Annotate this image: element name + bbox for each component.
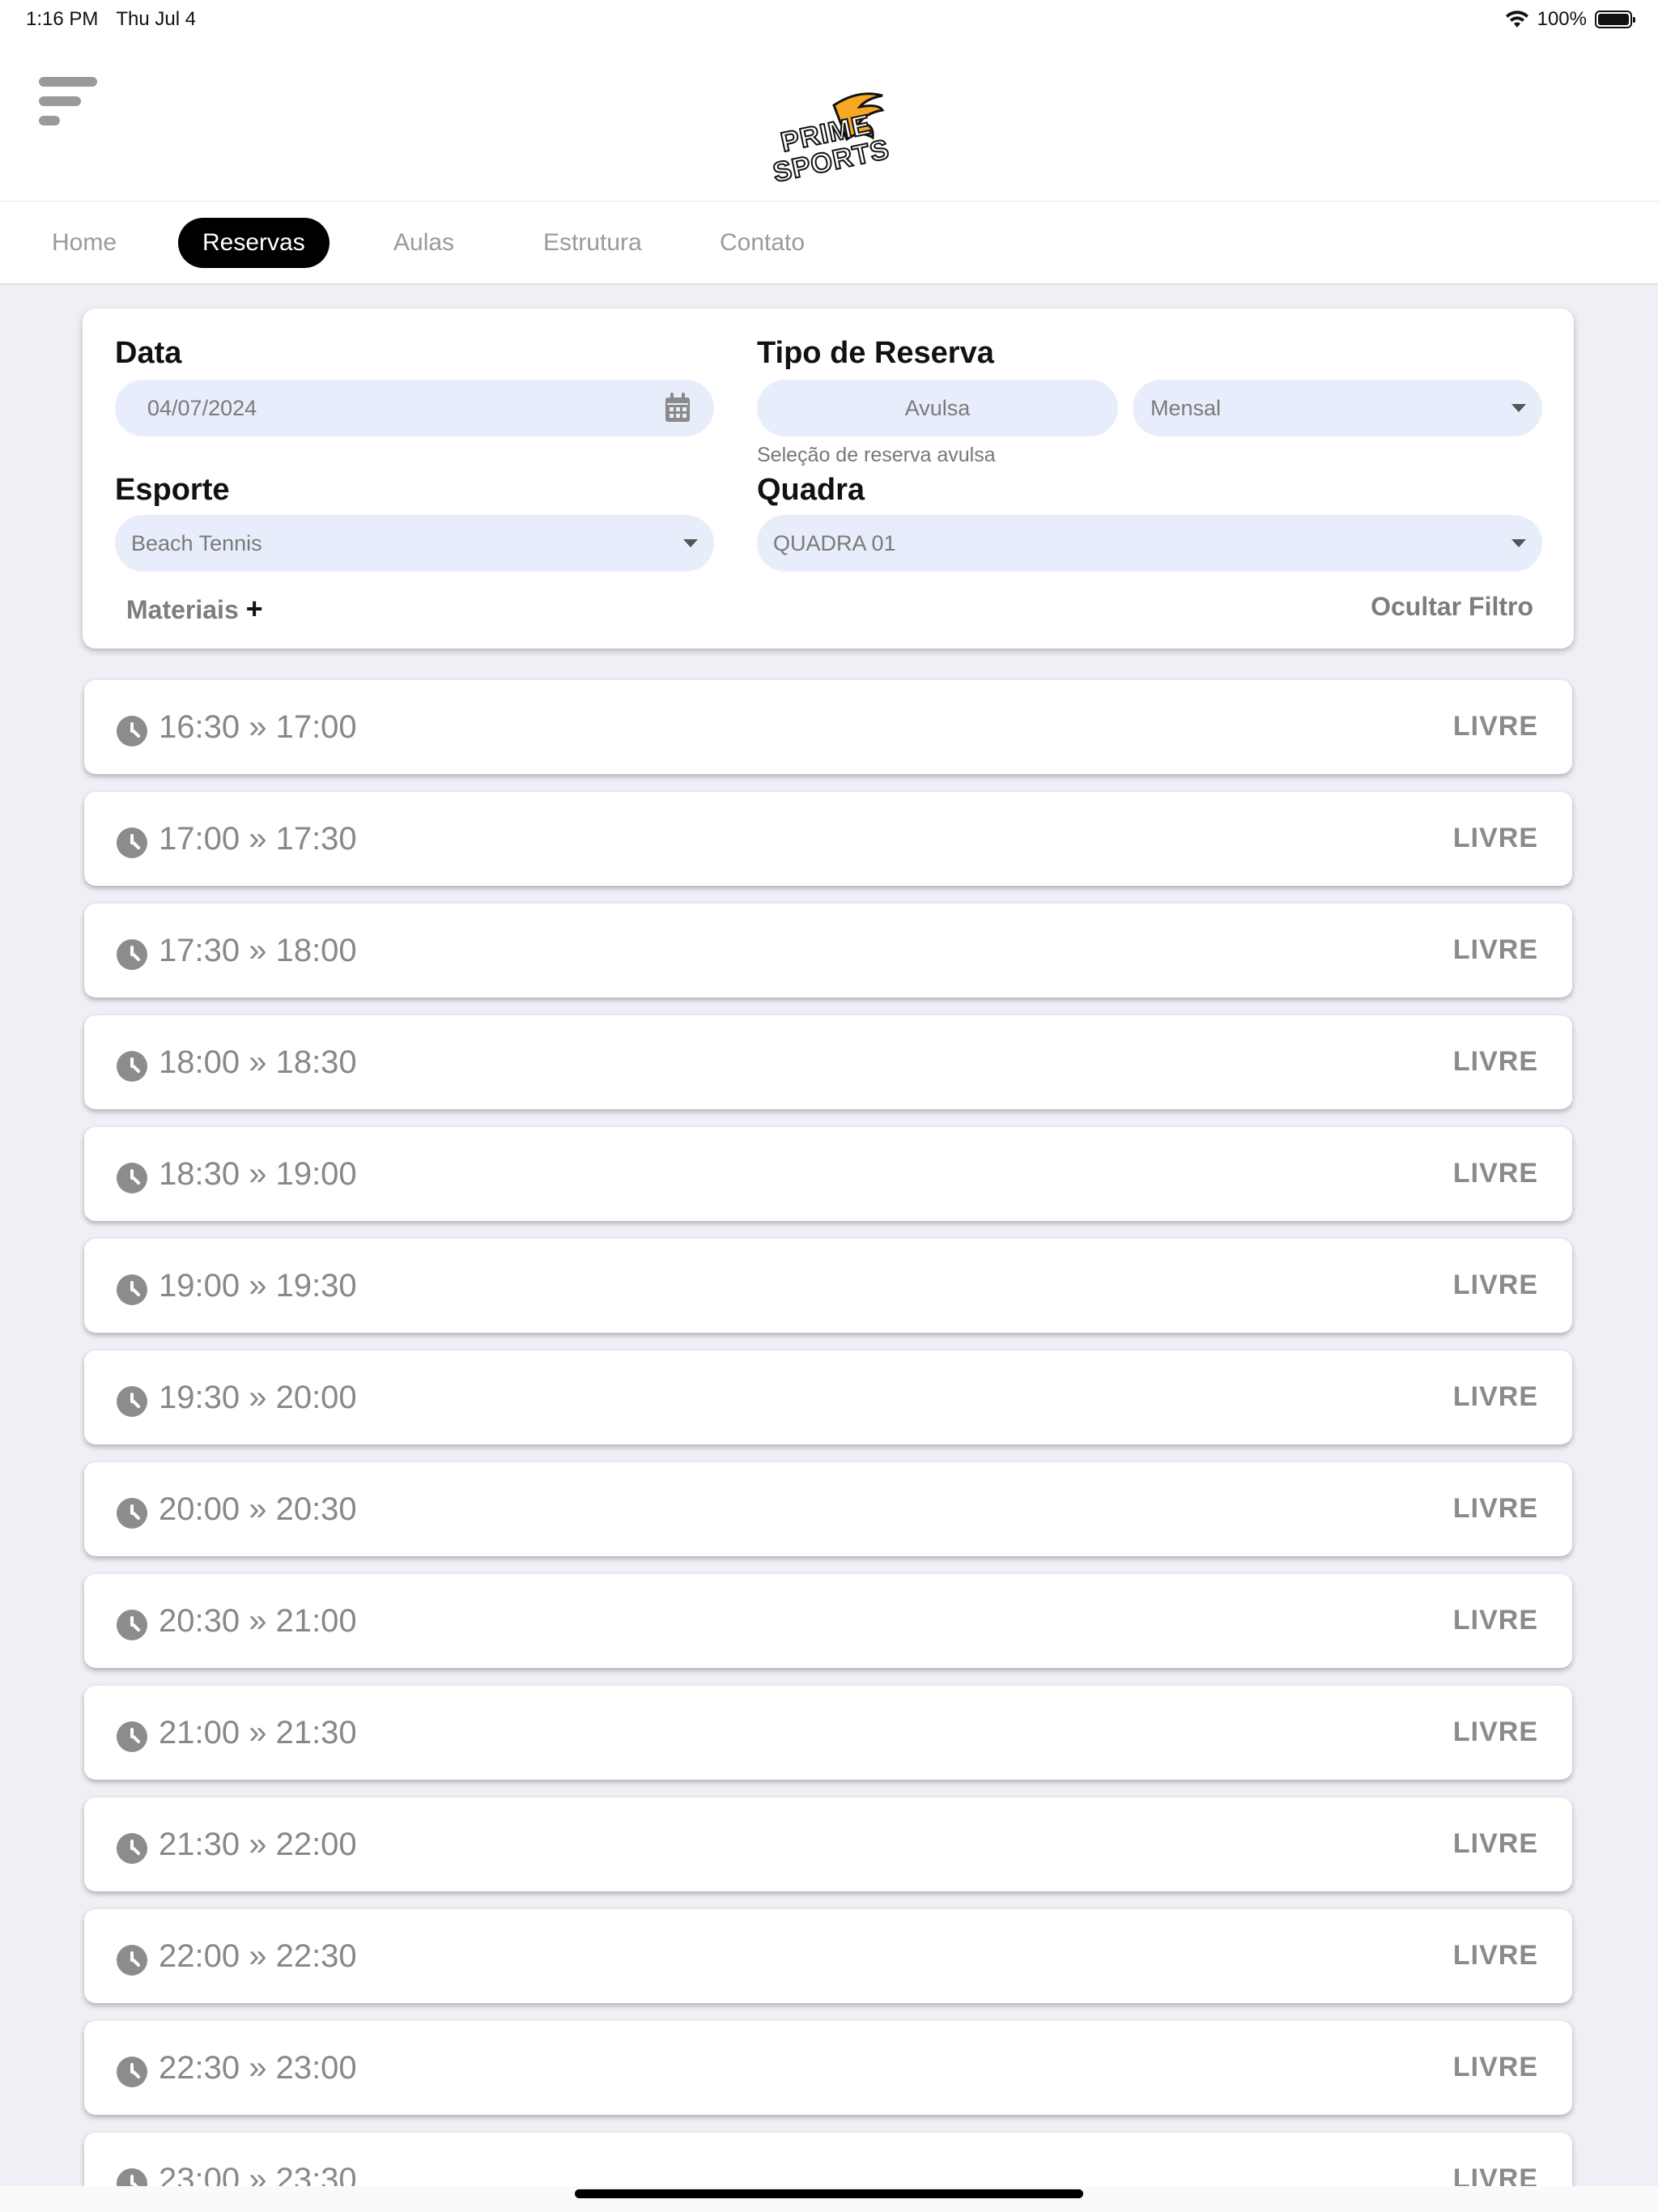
- status-bar: 1:16 PM Thu Jul 4 100%: [0, 0, 1658, 40]
- tab-reservas[interactable]: Reservas: [178, 218, 329, 268]
- clock-icon: [117, 1498, 147, 1529]
- court-select[interactable]: QUADRA 01: [757, 515, 1542, 572]
- date-label: Data: [115, 336, 182, 370]
- type-mensal-label: Mensal: [1150, 396, 1222, 420]
- slot-status: LIVRE: [1452, 934, 1538, 965]
- slot-status: LIVRE: [1452, 1158, 1538, 1189]
- hide-filter-button[interactable]: Ocultar Filtro: [1371, 592, 1533, 622]
- slot-time: 17:30 » 18:00: [159, 933, 357, 968]
- sport-label: Esporte: [115, 473, 230, 507]
- clock-icon: [117, 1386, 147, 1417]
- tab-contato[interactable]: Contato: [695, 218, 829, 268]
- tab-estrutura[interactable]: Estrutura: [519, 218, 666, 268]
- slot-time: 18:30 » 19:00: [159, 1156, 357, 1192]
- time-slot[interactable]: 23:00 » 23:30 LIVRE: [84, 2133, 1572, 2186]
- time-slot[interactable]: 22:30 » 23:00 LIVRE: [84, 2021, 1572, 2115]
- slot-time: 23:00 » 23:30: [159, 2162, 357, 2186]
- court-label: Quadra: [757, 473, 865, 507]
- type-hint: Seleção de reserva avulsa: [757, 444, 996, 466]
- slot-time: 21:30 » 22:00: [159, 1827, 357, 1862]
- slot-time: 16:30 » 17:00: [159, 709, 357, 745]
- slot-time: 20:30 » 21:00: [159, 1603, 357, 1639]
- wifi-icon: [1505, 11, 1528, 28]
- type-avulsa-button[interactable]: Avulsa: [757, 380, 1118, 436]
- home-indicator[interactable]: [575, 2189, 1083, 2198]
- tab-home[interactable]: Home: [28, 218, 141, 268]
- time-slot[interactable]: 18:30 » 19:00 LIVRE: [84, 1127, 1572, 1221]
- time-slot[interactable]: 20:00 » 20:30 LIVRE: [84, 1462, 1572, 1556]
- time-slot[interactable]: 21:30 » 22:00 LIVRE: [84, 1797, 1572, 1891]
- clock-icon: [117, 2168, 147, 2186]
- clock-icon: [117, 1051, 147, 1082]
- court-value: QUADRA 01: [773, 531, 896, 555]
- clock-icon: [117, 1833, 147, 1864]
- slot-status: LIVRE: [1452, 1828, 1538, 1859]
- time-slot[interactable]: 19:00 » 19:30 LIVRE: [84, 1239, 1572, 1333]
- materials-label: Materiais: [126, 595, 239, 624]
- status-time-date: 1:16 PM Thu Jul 4: [26, 8, 214, 31]
- clock-icon: [117, 1274, 147, 1305]
- slot-time: 18:00 » 18:30: [159, 1044, 357, 1080]
- slot-status: LIVRE: [1452, 1716, 1538, 1747]
- clock-icon: [117, 939, 147, 970]
- materials-button[interactable]: Materiais +: [126, 592, 263, 626]
- status-time: 1:16 PM: [26, 8, 99, 30]
- clock-icon: [117, 2057, 147, 2087]
- time-slot[interactable]: 20:30 » 21:00 LIVRE: [84, 1574, 1572, 1668]
- time-slot[interactable]: 16:30 » 17:00 LIVRE: [84, 680, 1572, 774]
- clock-icon: [117, 1945, 147, 1976]
- slot-status: LIVRE: [1452, 1493, 1538, 1524]
- status-date: Thu Jul 4: [116, 8, 197, 30]
- time-slot[interactable]: 17:00 » 17:30 LIVRE: [84, 792, 1572, 886]
- status-indicators: 100%: [1505, 8, 1635, 31]
- type-avulsa-label: Avulsa: [904, 396, 971, 420]
- battery-icon: [1595, 11, 1635, 28]
- type-mensal-select[interactable]: Mensal: [1133, 380, 1542, 436]
- filter-card: Data 04/07/2024 Tipo de Reserva Avulsa M…: [83, 308, 1574, 649]
- slot-time: 19:30 » 20:00: [159, 1380, 357, 1415]
- reservation-type-label: Tipo de Reserva: [757, 336, 994, 370]
- slot-status: LIVRE: [1452, 1381, 1538, 1412]
- app-header: PRIME SPORTS: [0, 40, 1658, 202]
- chevron-down-icon: [1511, 404, 1526, 412]
- clock-icon: [117, 716, 147, 747]
- slot-status: LIVRE: [1452, 1940, 1538, 1971]
- tab-aulas[interactable]: Aulas: [369, 218, 478, 268]
- slot-status: LIVRE: [1452, 1046, 1538, 1077]
- clock-icon: [117, 1721, 147, 1752]
- battery-percent: 100%: [1537, 8, 1587, 30]
- slot-time: 17:00 » 17:30: [159, 821, 357, 857]
- date-field[interactable]: 04/07/2024: [115, 380, 714, 436]
- slot-status: LIVRE: [1452, 2052, 1538, 2082]
- clock-icon: [117, 1610, 147, 1640]
- prime-sports-logo: PRIME SPORTS: [769, 89, 893, 189]
- time-slot[interactable]: 18:00 » 18:30 LIVRE: [84, 1015, 1572, 1109]
- slot-status: LIVRE: [1452, 1605, 1538, 1636]
- slot-status: LIVRE: [1452, 823, 1538, 853]
- plus-icon: +: [245, 592, 263, 625]
- clock-icon: [117, 827, 147, 858]
- clock-icon: [117, 1163, 147, 1193]
- calendar-icon[interactable]: [664, 393, 691, 423]
- slot-time: 21:00 » 21:30: [159, 1715, 357, 1750]
- time-slot[interactable]: 21:00 » 21:30 LIVRE: [84, 1686, 1572, 1780]
- slot-time: 20:00 » 20:30: [159, 1491, 357, 1527]
- chevron-down-icon: [683, 539, 698, 547]
- slot-time: 22:00 » 22:30: [159, 1938, 357, 1974]
- time-slot[interactable]: 22:00 » 22:30 LIVRE: [84, 1909, 1572, 2003]
- date-value: 04/07/2024: [147, 396, 257, 420]
- time-slot[interactable]: 17:30 » 18:00 LIVRE: [84, 904, 1572, 998]
- slot-time: 22:30 » 23:00: [159, 2050, 357, 2086]
- chevron-down-icon: [1511, 539, 1526, 547]
- sport-value: Beach Tennis: [131, 531, 262, 555]
- slot-time: 19:00 » 19:30: [159, 1268, 357, 1304]
- nav-tabs: Home Reservas Aulas Estrutura Contato: [0, 202, 1658, 285]
- time-slot[interactable]: 19:30 » 20:00 LIVRE: [84, 1351, 1572, 1444]
- slot-status: LIVRE: [1452, 2163, 1538, 2186]
- slot-status: LIVRE: [1452, 711, 1538, 742]
- menu-icon[interactable]: [39, 77, 100, 129]
- slot-status: LIVRE: [1452, 1270, 1538, 1300]
- sport-select[interactable]: Beach Tennis: [115, 515, 714, 572]
